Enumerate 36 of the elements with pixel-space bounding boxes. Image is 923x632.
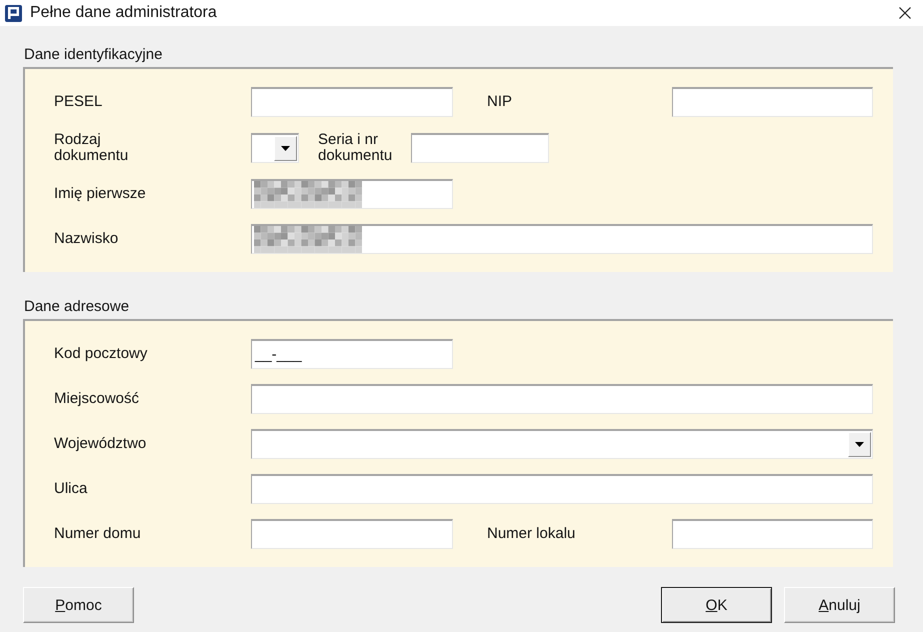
- input-field[interactable]: [251, 224, 873, 254]
- caret-icon: [855, 442, 864, 447]
- dropdown-button[interactable]: [274, 136, 297, 161]
- dialog-button[interactable]: Pomoc: [23, 587, 134, 623]
- dialog-button[interactable]: Anuluj: [784, 587, 895, 623]
- input-field[interactable]: [411, 133, 549, 163]
- input-field[interactable]: __-___: [251, 339, 453, 369]
- caret-icon: [281, 146, 290, 151]
- field-label: Ulica: [54, 481, 88, 497]
- field-label: Rodzaj dokumentu: [54, 132, 130, 164]
- field-label: Numer domu: [54, 526, 141, 542]
- field-label: PESEL: [54, 94, 102, 110]
- dropdown-button[interactable]: [848, 432, 871, 457]
- field-label: Imię pierwsze: [54, 186, 146, 202]
- app-logo-icon: [5, 4, 22, 22]
- window-title: Pełne dane administratora: [30, 3, 217, 23]
- dropdown-field[interactable]: [251, 133, 299, 163]
- dialog-button[interactable]: OK: [661, 587, 772, 623]
- input-field[interactable]: [251, 179, 453, 209]
- field-label: Seria i nr dokumentu: [318, 132, 394, 164]
- field-label: Numer lokalu: [487, 526, 576, 542]
- field-label: Kod pocztowy: [54, 346, 148, 362]
- input-field[interactable]: [251, 384, 873, 414]
- dropdown-field[interactable]: [251, 429, 873, 459]
- field-label: Województwo: [54, 436, 146, 452]
- input-field[interactable]: [251, 519, 453, 549]
- input-field[interactable]: [251, 474, 873, 504]
- section-title: Dane identyfikacyjne: [23, 46, 162, 63]
- input-field[interactable]: [672, 519, 873, 549]
- section-title: Dane adresowe: [23, 298, 130, 315]
- input-field[interactable]: [672, 87, 873, 117]
- input-field[interactable]: [251, 87, 453, 117]
- close-icon[interactable]: [899, 7, 911, 19]
- field-label: NIP: [487, 94, 512, 110]
- field-label: Nazwisko: [54, 231, 118, 247]
- field-label: Miejscowość: [54, 391, 140, 407]
